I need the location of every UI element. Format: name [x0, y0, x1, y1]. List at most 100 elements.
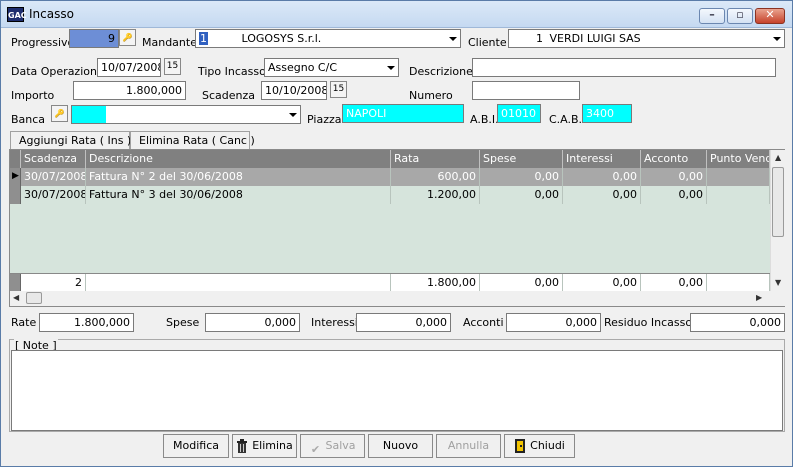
chevron-down-icon[interactable] [769, 30, 784, 47]
minimize-button[interactable]: – [699, 8, 725, 24]
nuovo-button[interactable]: Nuovo [368, 434, 433, 458]
col-acconto[interactable]: Acconto [641, 150, 707, 168]
descrizione-field[interactable] [472, 58, 776, 77]
grid-header: Scadenza Descrizione Rata Spese Interess… [10, 150, 770, 168]
piazza-field[interactable]: NAPOLI [342, 104, 464, 123]
total-descrizione [86, 274, 391, 292]
annulla-label: Annulla [447, 439, 490, 452]
total-interessi: 0,00 [563, 274, 641, 292]
col-interessi[interactable]: Interessi [563, 150, 641, 168]
data-operazione-field[interactable]: 10/07/2008 [97, 58, 161, 77]
chiudi-button[interactable]: Chiudi [504, 434, 575, 458]
scroll-down-icon[interactable]: ▼ [775, 278, 781, 287]
mandante-label: Mandante [142, 36, 197, 49]
cliente-name: VERDI LUIGI SAS [549, 32, 641, 45]
scroll-left-icon[interactable]: ◀ [13, 293, 19, 302]
incasso-window: GAC Incasso – ▫ ✕ Progressivo 9 🔑 Mandan… [0, 0, 793, 467]
importo-label: Importo [11, 89, 55, 102]
annulla-button[interactable]: Annulla [436, 434, 501, 458]
key-icon: 🔑 [54, 109, 65, 118]
cell-acconto[interactable]: 0,00 [641, 168, 707, 186]
cell-punto-vendita[interactable] [707, 168, 770, 186]
calendar-icon[interactable]: 15 [330, 81, 347, 98]
scroll-right-icon[interactable]: ▶ [756, 293, 762, 302]
numero-field[interactable] [472, 81, 580, 100]
chevron-down-icon[interactable] [285, 106, 300, 123]
data-operazione-label: Data Operazione [11, 65, 104, 78]
tab-elimina-rata[interactable]: Elimina Rata ( Canc ) [130, 131, 255, 149]
banca-lookup-button[interactable]: 🔑 [51, 105, 68, 122]
cell-acconto[interactable]: 0,00 [641, 186, 707, 204]
importo-field[interactable]: 1.800,000 [73, 81, 186, 100]
notes-group: [ Note ] [9, 339, 785, 432]
col-punto-vendita[interactable]: Punto Vendit [707, 150, 770, 168]
cell-punto-vendita[interactable] [707, 186, 770, 204]
banca-label: Banca [11, 113, 46, 126]
rate-total-field: 1.800,000 [39, 313, 134, 332]
table-row[interactable]: 30/07/2008 Fattura N° 3 del 30/06/2008 1… [10, 186, 770, 204]
chiudi-label: Chiudi [530, 439, 565, 452]
cell-rata[interactable]: 600,00 [391, 168, 480, 186]
trash-icon [236, 439, 248, 453]
table-row[interactable]: ▶ 30/07/2008 Fattura N° 2 del 30/06/2008… [10, 168, 770, 186]
progressivo-lookup-button[interactable]: 🔑 [119, 29, 136, 46]
col-spese[interactable]: Spese [480, 150, 563, 168]
scroll-thumb[interactable] [772, 167, 784, 237]
cell-interessi[interactable]: 0,00 [563, 186, 641, 204]
horizontal-scrollbar[interactable]: ◀ ▶ [10, 291, 785, 306]
progressivo-label: Progressivo [11, 36, 75, 49]
total-count: 2 [21, 274, 86, 292]
cell-scadenza[interactable]: 30/07/2008 [21, 186, 86, 204]
scroll-up-icon[interactable]: ▲ [775, 153, 781, 162]
cell-interessi[interactable]: 0,00 [563, 168, 641, 186]
interessi-total-field: 0,000 [356, 313, 451, 332]
cell-scadenza[interactable]: 30/07/2008 [21, 168, 86, 186]
close-button[interactable]: ✕ [755, 8, 785, 24]
acconti-label: Acconti [463, 316, 504, 329]
rate-label: Rate [11, 316, 37, 329]
header-corner [10, 150, 21, 168]
exit-door-icon [514, 439, 526, 453]
abi-label: A.B.I. [470, 113, 499, 126]
row-indicator [10, 274, 21, 291]
calendar-icon[interactable]: 15 [164, 58, 181, 75]
total-acconto: 0,00 [641, 274, 707, 292]
cell-descrizione[interactable]: Fattura N° 3 del 30/06/2008 [86, 186, 391, 204]
close-icon: ✕ [765, 8, 775, 21]
app-icon: GAC [7, 7, 27, 22]
cliente-select[interactable]: 1 VERDI LUIGI SAS [508, 29, 785, 48]
col-scadenza[interactable]: Scadenza [21, 150, 86, 168]
rate-grid: Scadenza Descrizione Rata Spese Interess… [9, 149, 785, 307]
elimina-button[interactable]: Elimina [232, 434, 297, 458]
cell-descrizione[interactable]: Fattura N° 2 del 30/06/2008 [86, 168, 391, 186]
cell-spese[interactable]: 0,00 [480, 186, 563, 204]
maximize-button[interactable]: ▫ [727, 8, 753, 24]
col-descrizione[interactable]: Descrizione [86, 150, 391, 168]
tab-aggiungi-rata[interactable]: Aggiungi Rata ( Ins ) [10, 131, 131, 149]
scadenza-field[interactable]: 10/10/2008 [261, 81, 327, 100]
residuo-incasso-field: 0,000 [690, 313, 785, 332]
row-indicator: ▶ [10, 168, 21, 186]
chevron-down-icon[interactable] [383, 59, 398, 76]
tipo-incasso-select[interactable]: Assegno C/C [264, 58, 399, 77]
chevron-down-icon[interactable] [445, 30, 460, 47]
row-indicator [10, 186, 21, 204]
progressivo-field[interactable]: 9 [69, 29, 119, 48]
notes-textarea[interactable] [11, 350, 783, 431]
cab-label: C.A.B. [549, 113, 583, 126]
abi-field[interactable]: 01010 [497, 104, 541, 123]
mandante-select[interactable]: 1 LOGOSYS S.r.l. [195, 29, 461, 48]
salva-button[interactable]: ✔ Salva [300, 434, 365, 458]
col-rata[interactable]: Rata [391, 150, 480, 168]
cell-rata[interactable]: 1.200,00 [391, 186, 480, 204]
nuovo-label: Nuovo [382, 439, 419, 452]
cell-spese[interactable]: 0,00 [480, 168, 563, 186]
salva-label: Salva [325, 439, 356, 452]
elimina-label: Elimina [252, 439, 293, 452]
banca-select[interactable] [71, 105, 301, 124]
scroll-thumb[interactable] [26, 292, 42, 304]
cab-field[interactable]: 3400 [582, 104, 632, 123]
vertical-scrollbar[interactable]: ▲ ▼ [770, 150, 785, 291]
total-punto-vendita [707, 274, 770, 292]
modifica-button[interactable]: Modifica [163, 434, 229, 458]
